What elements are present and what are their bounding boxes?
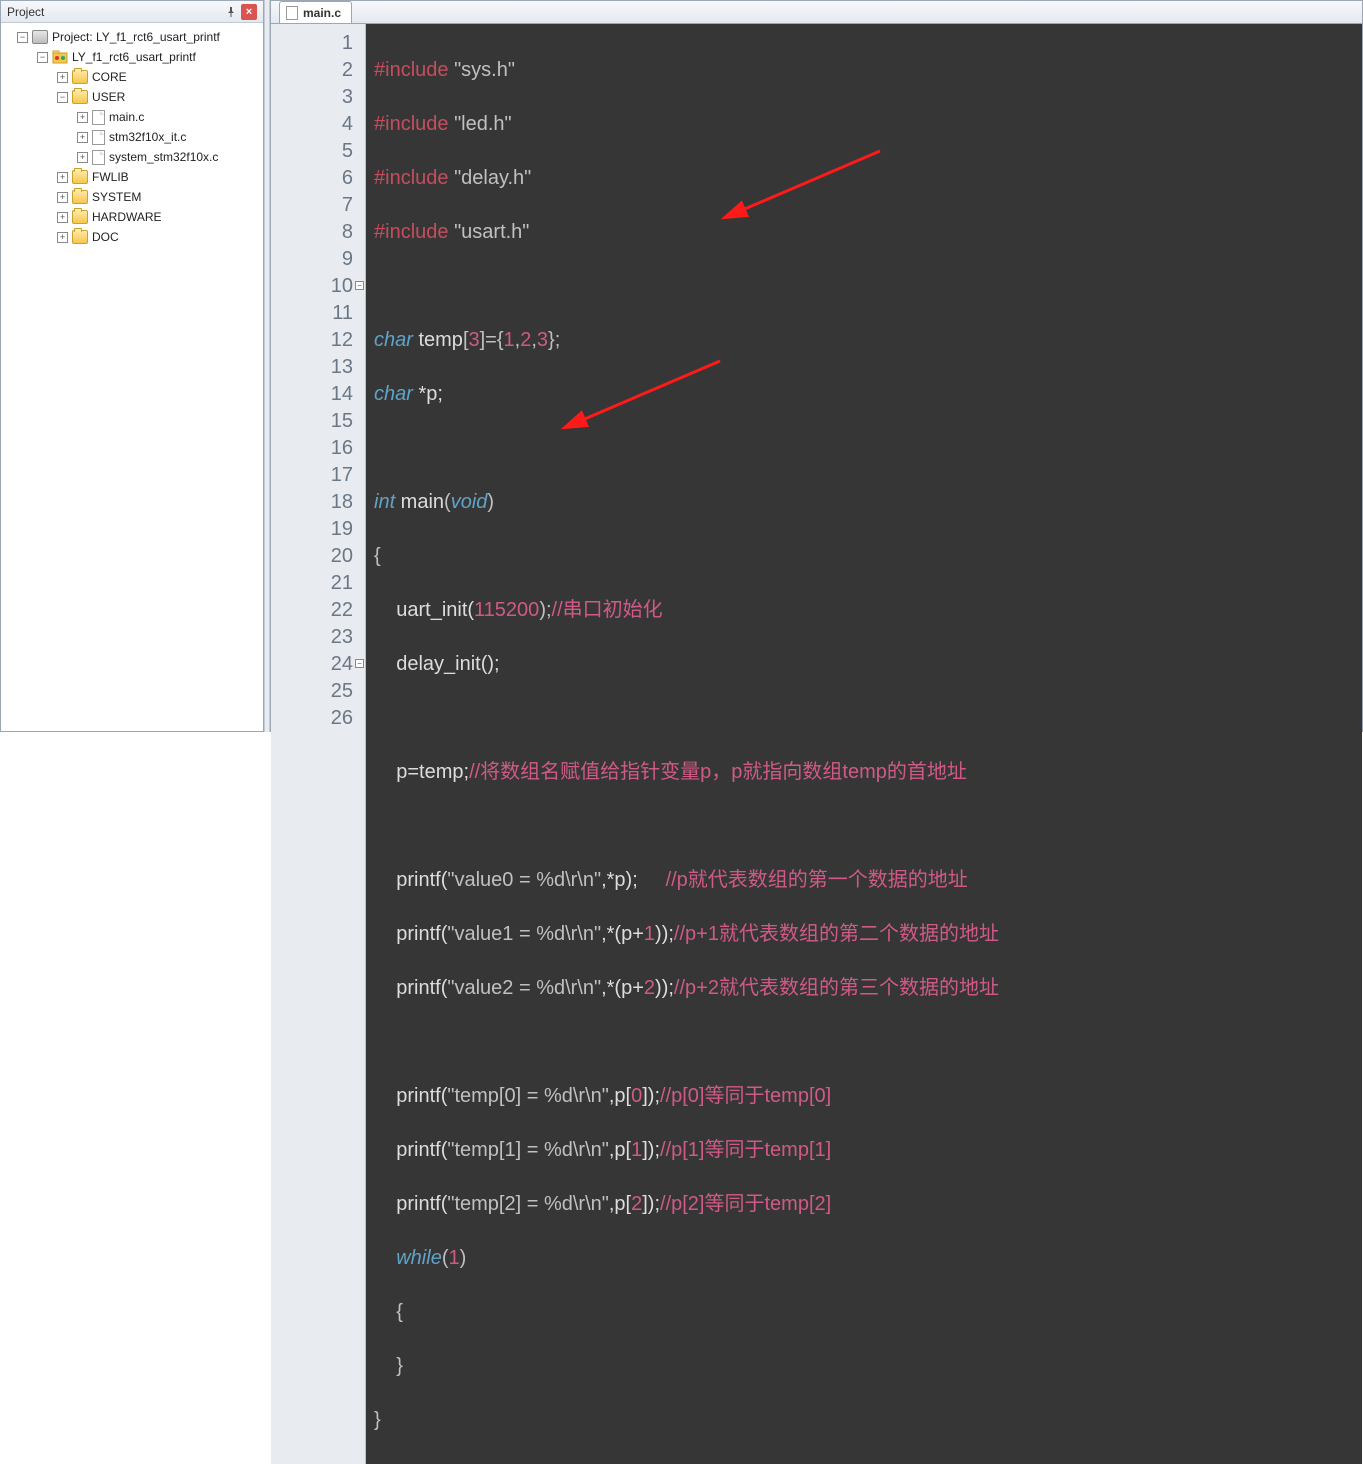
- tree-label: USER: [92, 90, 125, 104]
- tree-file-system[interactable]: +system_stm32f10x.c: [3, 147, 261, 167]
- folder-icon: [72, 190, 88, 204]
- tree-label: HARDWARE: [92, 210, 162, 224]
- file-icon: [92, 150, 105, 165]
- file-icon: [92, 110, 105, 125]
- folder-icon: [72, 90, 88, 104]
- folder-icon: [72, 70, 88, 84]
- workspace-icon: [32, 30, 48, 44]
- tree-folder-system[interactable]: +SYSTEM: [3, 187, 261, 207]
- panel-title-text: Project: [7, 5, 44, 19]
- fold-marker-icon[interactable]: −: [355, 281, 364, 290]
- tree-label: Project: LY_f1_rct6_usart_printf: [52, 30, 220, 44]
- folder-icon: [72, 210, 88, 224]
- folder-icon: [72, 230, 88, 244]
- tree-folder-hardware[interactable]: +HARDWARE: [3, 207, 261, 227]
- tree-folder-fwlib[interactable]: +FWLIB: [3, 167, 261, 187]
- tree-folder-user[interactable]: −USER: [3, 87, 261, 107]
- tab-main-c[interactable]: main.c: [279, 1, 352, 23]
- tree-target[interactable]: −LY_f1_rct6_usart_printf: [3, 47, 261, 67]
- tree-label: main.c: [109, 110, 144, 124]
- tree-label: FWLIB: [92, 170, 129, 184]
- tab-label: main.c: [303, 6, 341, 20]
- file-icon: [286, 6, 298, 20]
- project-tree[interactable]: −Project: LY_f1_rct6_usart_printf −LY_f1…: [1, 23, 263, 731]
- tree-label: CORE: [92, 70, 127, 84]
- tree-file-it[interactable]: +stm32f10x_it.c: [3, 127, 261, 147]
- tree-file-main[interactable]: +main.c: [3, 107, 261, 127]
- pin-icon[interactable]: [223, 4, 239, 20]
- file-icon: [92, 130, 105, 145]
- editor-zone: main.c 1 2 3 4 5 6 7 8 9 10− 11 12 13 14…: [270, 0, 1363, 732]
- panel-titlebar: Project ×: [1, 1, 263, 23]
- tree-label: stm32f10x_it.c: [109, 130, 186, 144]
- gutter: 1 2 3 4 5 6 7 8 9 10− 11 12 13 14 15 16 …: [271, 24, 366, 1464]
- project-panel: Project × −Project: LY_f1_rct6_usart_pri…: [0, 0, 264, 732]
- tree-folder-doc[interactable]: +DOC: [3, 227, 261, 247]
- tree-label: LY_f1_rct6_usart_printf: [72, 50, 196, 64]
- code-text[interactable]: #include "sys.h" #include "led.h" #inclu…: [366, 24, 1362, 1464]
- code-area: 1 2 3 4 5 6 7 8 9 10− 11 12 13 14 15 16 …: [271, 24, 1362, 1464]
- tab-bar: main.c: [271, 1, 1362, 24]
- fold-marker-icon[interactable]: −: [355, 659, 364, 668]
- tree-project-root[interactable]: −Project: LY_f1_rct6_usart_printf: [3, 27, 261, 47]
- folder-icon: [72, 170, 88, 184]
- tree-folder-core[interactable]: +CORE: [3, 67, 261, 87]
- tree-label: system_stm32f10x.c: [109, 150, 218, 164]
- tree-label: DOC: [92, 230, 119, 244]
- target-icon: [52, 50, 68, 64]
- close-panel-button[interactable]: ×: [241, 4, 257, 20]
- tree-label: SYSTEM: [92, 190, 141, 204]
